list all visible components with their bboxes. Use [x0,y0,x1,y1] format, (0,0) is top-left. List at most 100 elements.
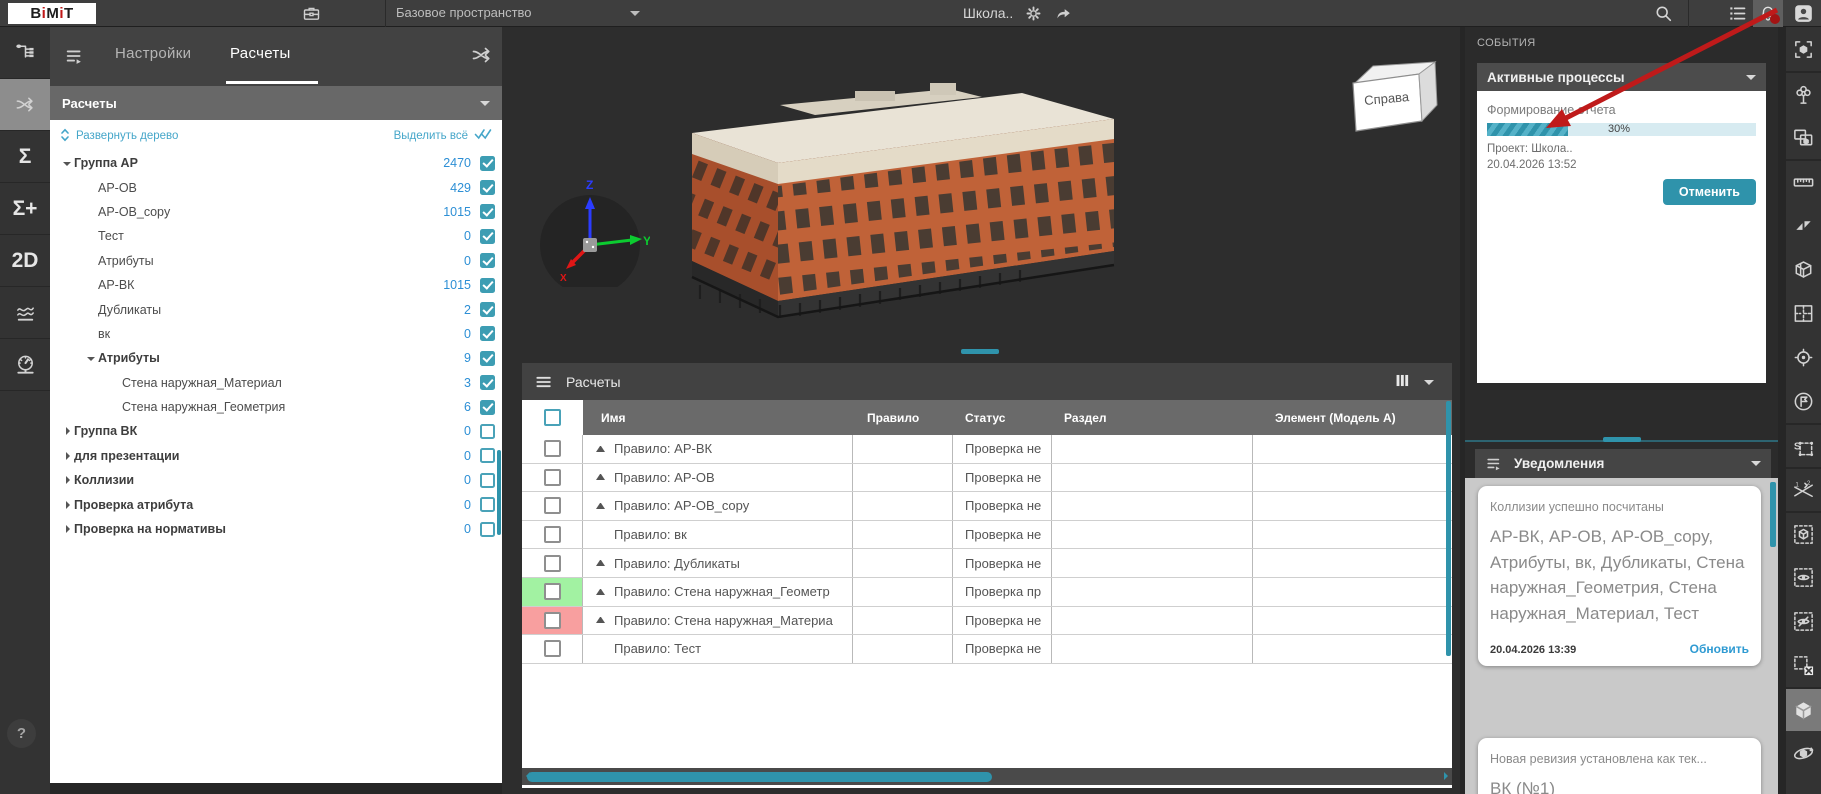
tree-item-checkbox[interactable] [480,229,495,244]
expander-closed-icon[interactable] [60,476,74,484]
flip-section-icon[interactable] [1786,203,1821,247]
model-tree-icon[interactable] [0,27,50,79]
table-row[interactable]: Правило: АР-ОВПроверка не [522,464,1452,493]
tree-item[interactable]: Стена наружная_Геометрия6 [50,395,502,419]
gear-icon[interactable] [1022,2,1045,25]
row-checkbox-cell[interactable] [522,521,583,549]
tree-item-checkbox[interactable] [480,253,495,268]
tab-calculations[interactable]: Расчеты [230,45,291,62]
row-checkbox[interactable] [544,612,561,629]
tree-item[interactable]: Атрибуты9 [50,346,502,370]
table-row[interactable]: Правило: ДубликатыПроверка не [522,549,1452,578]
help-button[interactable]: ? [7,719,36,748]
tree-icon[interactable] [1786,71,1821,115]
row-checkbox-cell[interactable] [522,578,583,606]
expand-row-icon[interactable] [596,474,605,480]
expand-row-icon[interactable] [596,446,605,452]
expander-open-icon[interactable] [84,352,98,365]
shaded-view-icon[interactable] [1786,687,1821,731]
show-eye-icon[interactable] [1786,555,1821,599]
column-header-name[interactable]: Имя [583,400,853,435]
columns-icon[interactable] [1393,371,1412,393]
tree-item-checkbox[interactable] [480,204,495,219]
expand-collapse-icon[interactable] [60,127,70,146]
notifications-header[interactable]: Уведомления [1475,449,1771,478]
isolate-cube-icon[interactable] [1786,511,1821,555]
chevron-down-icon[interactable] [630,11,640,21]
row-checkbox[interactable] [544,640,561,657]
row-checkbox[interactable] [544,555,561,572]
active-processes-header[interactable]: Активные процессы [1477,63,1766,91]
tree-item-checkbox[interactable] [480,302,495,317]
tree-scrollbar[interactable] [497,450,501,535]
clash-detection-icon[interactable] [470,43,494,72]
row-name-cell[interactable]: Правило: АР-ОВ [583,464,853,492]
tree-item-checkbox[interactable] [480,473,495,488]
search-icon[interactable] [1652,2,1675,25]
clash-detection-icon[interactable] [0,79,50,131]
table-vertical-scrollbar[interactable] [1446,401,1451,656]
cancel-button[interactable]: Отменить [1663,179,1756,205]
share-icon[interactable] [1052,2,1075,25]
row-checkbox-cell[interactable] [522,464,583,492]
tree-item[interactable]: Стена наружная_Материал3 [50,371,502,395]
floorplan-icon[interactable] [1786,291,1821,335]
tree-item[interactable]: Дубликаты2 [50,297,502,321]
user-icon[interactable] [1792,2,1815,25]
tree-item[interactable]: Коллизии0 [50,468,502,492]
tree-item-checkbox[interactable] [480,351,495,366]
row-checkbox[interactable] [544,497,561,514]
axis-gizmo[interactable]: Z Y X [530,167,650,287]
list-details-icon[interactable] [1726,2,1749,25]
tree-item[interactable]: Атрибуты0 [50,249,502,273]
tree-item-checkbox[interactable] [480,424,495,439]
column-header-element[interactable]: Элемент (Модель А) [1253,400,1452,435]
table-row[interactable]: Правило: Стена наружная_МатериаПроверка … [522,607,1452,636]
row-name-cell[interactable]: Правило: АР-ВК [583,435,853,463]
tree-item-checkbox[interactable] [480,497,495,512]
row-checkbox-cell[interactable] [522,549,583,577]
ruler-icon[interactable] [1786,159,1821,203]
column-header-rule[interactable]: Правило [853,400,953,435]
scrollbar-thumb[interactable] [527,772,992,782]
dashboard-gauge-icon[interactable] [0,339,50,391]
tree-item[interactable]: Тест0 [50,224,502,248]
hide-eye-icon[interactable] [1786,599,1821,643]
notifications-scrollbar[interactable] [1770,482,1776,547]
sum-plus-icon[interactable]: Σ+ [0,183,50,235]
header-checkbox[interactable] [544,409,561,426]
row-checkbox[interactable] [544,469,561,486]
tab-settings[interactable]: Настройки [115,45,191,62]
navigation-cube[interactable]: Справа [1347,57,1442,142]
clear-selection-icon[interactable] [1786,643,1821,687]
expand-row-icon[interactable] [596,589,605,595]
orbit-icon[interactable] [1786,731,1821,775]
double-check-icon[interactable] [474,128,492,144]
expand-row-icon[interactable] [596,503,605,509]
row-name-cell[interactable]: Правило: Стена наружная_Материа [583,607,853,635]
workspace-selector[interactable]: Базовое пространство [396,5,532,20]
selection-set-icon[interactable]: S [1786,423,1821,467]
tree-item[interactable]: АР-ОВ_copy1015 [50,200,502,224]
section-header[interactable]: Расчеты [50,86,502,120]
tree-item[interactable]: вк0 [50,322,502,346]
tree-item[interactable]: Проверка на нормативы0 [50,517,502,541]
viewport-splitter-handle[interactable] [961,349,999,354]
tree-item[interactable]: АР-ВК1015 [50,273,502,297]
select-object-icon[interactable] [1786,27,1821,71]
tree-item[interactable]: для презентации0 [50,444,502,468]
graphs-icon[interactable] [0,287,50,339]
column-header-section[interactable]: Раздел [1052,400,1253,435]
tree-item-checkbox[interactable] [480,326,495,341]
select-all-link[interactable]: Выделить всё [394,130,468,142]
table-row[interactable]: Правило: АР-ОВ_copyПроверка не [522,492,1452,521]
row-name-cell[interactable]: Правило: Дубликаты [583,549,853,577]
tree-item-checkbox[interactable] [480,375,495,390]
tree-item-checkbox[interactable] [480,448,495,463]
model-viewport[interactable]: Z Y X Справа [502,27,1460,358]
column-header-status[interactable]: Статус [953,400,1052,435]
table-row[interactable]: Правило: ТестПроверка не [522,635,1452,664]
expander-closed-icon[interactable] [60,427,74,435]
table-horizontal-scrollbar[interactable] [522,768,1452,785]
flag-point-icon[interactable] [1786,379,1821,423]
